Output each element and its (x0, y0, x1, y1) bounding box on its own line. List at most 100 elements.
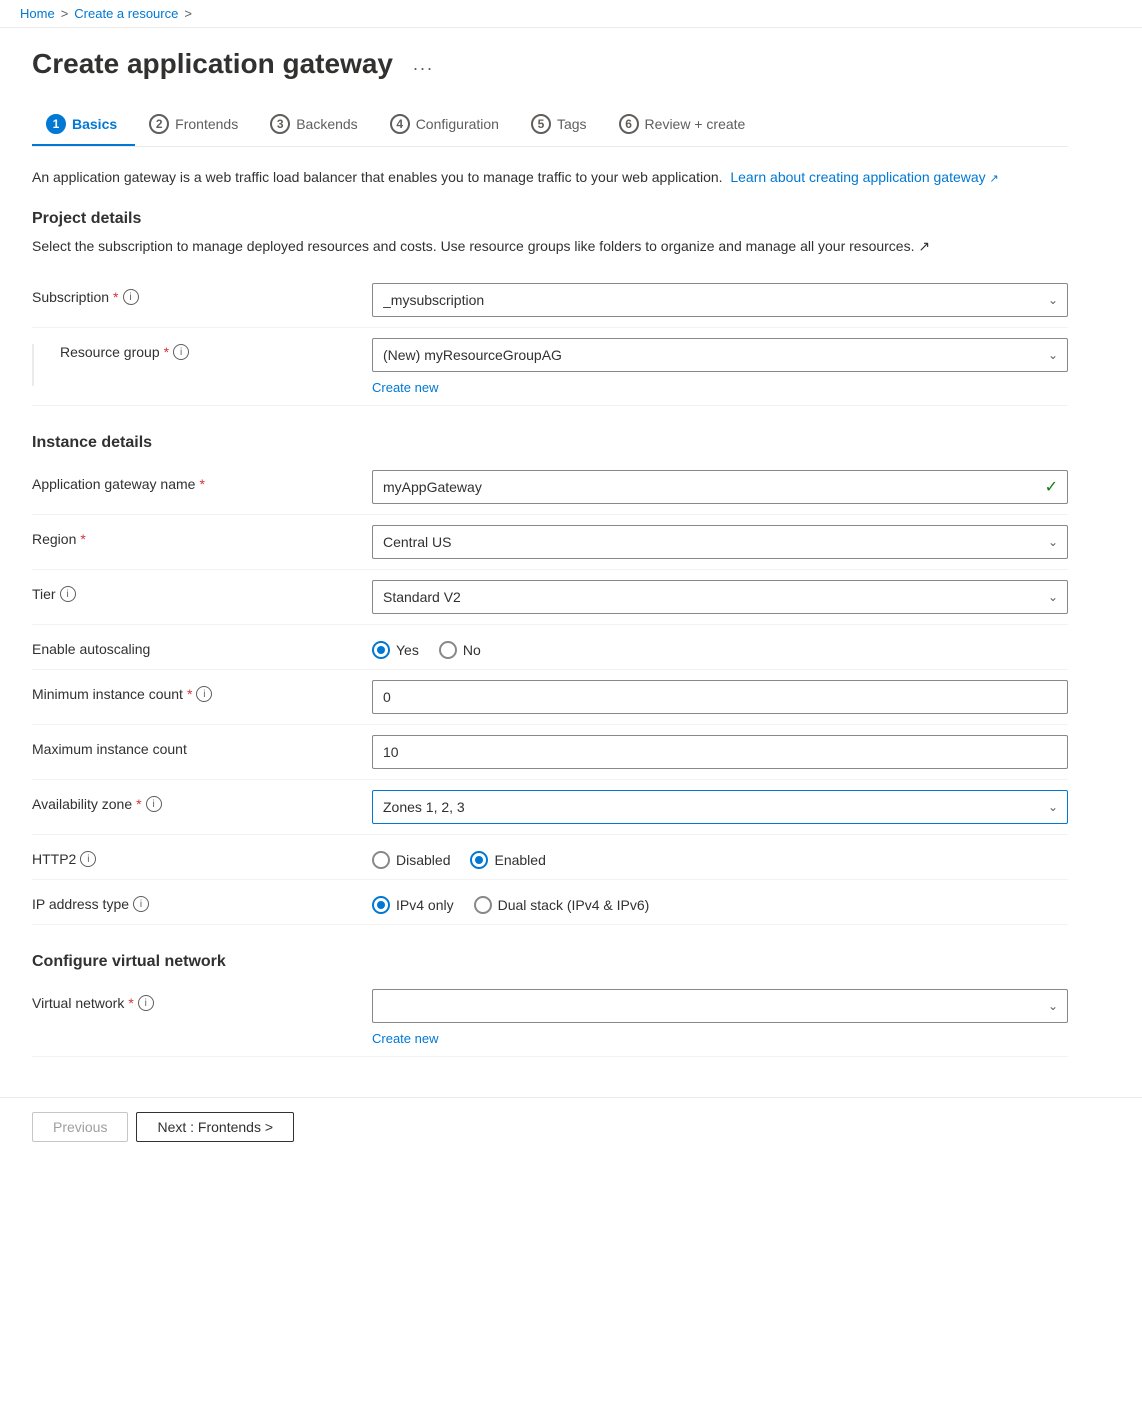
subscription-info-icon[interactable]: i (123, 289, 139, 305)
resource-group-label-col: Resource group * i (32, 338, 352, 386)
subscription-required: * (113, 289, 118, 305)
min-count-label: Minimum instance count * i (32, 686, 352, 702)
tab-circle-5: 5 (531, 114, 551, 134)
next-button[interactable]: Next : Frontends > (136, 1112, 294, 1142)
ip-dual-label: Dual stack (IPv4 & IPv6) (498, 897, 650, 913)
tab-tags[interactable]: 5 Tags (517, 104, 605, 146)
ellipsis-button[interactable]: ... (405, 52, 442, 77)
http2-label: HTTP2 i (32, 851, 352, 867)
autoscaling-no-radio[interactable]: No (439, 641, 481, 659)
resource-group-info-icon[interactable]: i (173, 344, 189, 360)
virtual-network-info-icon[interactable]: i (138, 995, 154, 1011)
min-count-required: * (187, 686, 192, 702)
tier-info-icon[interactable]: i (60, 586, 76, 602)
autoscaling-control-col: Yes No (372, 635, 1068, 659)
resource-group-control-col: (New) myResourceGroupAG ⌄ Create new (372, 338, 1068, 395)
availability-zone-row: Availability zone * i Zones 1, 2, 3 ⌄ (32, 780, 1068, 835)
tabs-container: 1 Basics 2 Frontends 3 Backends 4 Config… (32, 104, 1068, 147)
ip-dual-radio[interactable]: Dual stack (IPv4 & IPv6) (474, 896, 650, 914)
subscription-select[interactable]: _mysubscription (372, 283, 1068, 317)
region-required: * (80, 531, 85, 547)
subscription-row: Subscription * i _mysubscription ⌄ (32, 273, 1068, 328)
gateway-name-control-col: ✓ (372, 470, 1068, 504)
tab-tags-label: Tags (557, 116, 587, 132)
max-count-control-col (372, 735, 1068, 769)
learn-more-link[interactable]: Learn about creating application gateway… (730, 169, 998, 185)
tier-select[interactable]: Standard V2 (372, 580, 1068, 614)
breadcrumb-sep2: > (184, 6, 192, 21)
min-count-info-icon[interactable]: i (196, 686, 212, 702)
http2-radio-group: Disabled Enabled (372, 845, 1068, 869)
autoscaling-yes-radio[interactable]: Yes (372, 641, 419, 659)
http2-disabled-radio[interactable]: Disabled (372, 851, 450, 869)
ip-ipv4-label: IPv4 only (396, 897, 454, 913)
virtual-network-select-wrapper: ⌄ (372, 989, 1068, 1023)
availability-zone-required: * (136, 796, 141, 812)
ip-dual-circle (474, 896, 492, 914)
tab-review-create[interactable]: 6 Review + create (605, 104, 764, 146)
tab-configuration[interactable]: 4 Configuration (376, 104, 517, 146)
ip-type-row: IP address type i IPv4 only Dual stack (… (32, 880, 1068, 925)
gateway-name-required: * (199, 476, 204, 492)
http2-enabled-inner (475, 856, 483, 864)
virtual-network-select[interactable] (372, 989, 1068, 1023)
breadcrumb: Home > Create a resource > (20, 6, 1122, 21)
availability-zone-info-icon[interactable]: i (146, 796, 162, 812)
create-new-vnet-link[interactable]: Create new (372, 1031, 1068, 1046)
autoscaling-no-label: No (463, 642, 481, 658)
autoscaling-row: Enable autoscaling Yes No (32, 625, 1068, 670)
gateway-name-label-col: Application gateway name * (32, 470, 352, 492)
tab-circle-6: 6 (619, 114, 639, 134)
resource-group-required: * (164, 344, 169, 360)
autoscaling-yes-label: Yes (396, 642, 419, 658)
breadcrumb-sep1: > (61, 6, 69, 21)
external-link-icon-desc: ↗ (918, 238, 930, 254)
resource-group-label: Resource group * i (48, 344, 189, 360)
subscription-select-wrapper: _mysubscription ⌄ (372, 283, 1068, 317)
virtual-network-required: * (128, 995, 133, 1011)
tab-backends[interactable]: 3 Backends (256, 104, 375, 146)
http2-enabled-circle (470, 851, 488, 869)
tab-configuration-label: Configuration (416, 116, 499, 132)
breadcrumb-home[interactable]: Home (20, 6, 55, 21)
min-count-label-col: Minimum instance count * i (32, 680, 352, 702)
availability-zone-label: Availability zone * i (32, 796, 352, 812)
availability-zone-select-wrapper: Zones 1, 2, 3 ⌄ (372, 790, 1068, 824)
max-count-input[interactable] (372, 735, 1068, 769)
availability-zone-label-col: Availability zone * i (32, 790, 352, 812)
min-count-input[interactable] (372, 680, 1068, 714)
ip-ipv4-radio[interactable]: IPv4 only (372, 896, 454, 914)
http2-enabled-label: Enabled (494, 852, 545, 868)
tab-frontends[interactable]: 2 Frontends (135, 104, 256, 146)
autoscaling-label-col: Enable autoscaling (32, 635, 352, 657)
previous-button[interactable]: Previous (32, 1112, 128, 1142)
gateway-name-row: Application gateway name * ✓ (32, 460, 1068, 515)
ip-type-radio-group: IPv4 only Dual stack (IPv4 & IPv6) (372, 890, 1068, 914)
virtual-network-label-col: Virtual network * i (32, 989, 352, 1011)
region-control-col: Central US ⌄ (372, 525, 1068, 559)
tier-select-wrapper: Standard V2 ⌄ (372, 580, 1068, 614)
autoscaling-radio-group: Yes No (372, 635, 1068, 659)
page-container: Create application gateway ... 1 Basics … (0, 28, 1100, 1077)
gateway-name-label: Application gateway name * (32, 476, 352, 492)
bottom-bar: Previous Next : Frontends > (0, 1097, 1142, 1156)
gateway-name-input[interactable] (372, 470, 1068, 504)
autoscaling-no-circle (439, 641, 457, 659)
top-bar: Home > Create a resource > (0, 0, 1142, 28)
http2-info-icon[interactable]: i (80, 851, 96, 867)
resource-group-select[interactable]: (New) myResourceGroupAG (372, 338, 1068, 372)
http2-enabled-radio[interactable]: Enabled (470, 851, 545, 869)
create-new-rg-link[interactable]: Create new (372, 380, 1068, 395)
tab-basics[interactable]: 1 Basics (32, 104, 135, 146)
gateway-name-checkmark-icon: ✓ (1045, 477, 1058, 497)
breadcrumb-create-resource[interactable]: Create a resource (74, 6, 178, 21)
gateway-name-input-wrapper: ✓ (372, 470, 1068, 504)
ip-type-control-col: IPv4 only Dual stack (IPv4 & IPv6) (372, 890, 1068, 914)
virtual-network-control-col: ⌄ Create new (372, 989, 1068, 1046)
availability-zone-select[interactable]: Zones 1, 2, 3 (372, 790, 1068, 824)
tab-circle-1: 1 (46, 114, 66, 134)
autoscaling-label: Enable autoscaling (32, 641, 352, 657)
region-select[interactable]: Central US (372, 525, 1068, 559)
ip-type-info-icon[interactable]: i (133, 896, 149, 912)
region-label: Region * (32, 531, 352, 547)
